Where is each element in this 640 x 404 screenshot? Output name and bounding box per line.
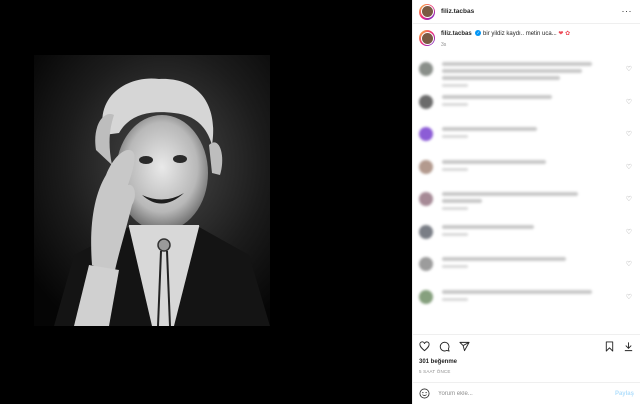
post-caption: filiz.tacbas ✓ bir yildiz kaydı.. metin … xyxy=(419,30,634,49)
blurred-comment-text xyxy=(442,159,546,164)
avatar[interactable] xyxy=(419,3,435,20)
add-comment-bar: Paylaş xyxy=(413,382,640,404)
heart-icon[interactable]: ♡ xyxy=(626,195,632,203)
red-heart-emoji-icon: ❤ xyxy=(558,31,564,37)
post-media[interactable] xyxy=(0,0,412,404)
bookmark-icon[interactable] xyxy=(604,341,615,352)
list-item: ♡ xyxy=(419,94,634,127)
caption-text: bir yildiz kaydı.. metin uca... xyxy=(483,31,557,37)
blurred-comment-text xyxy=(442,192,578,196)
blurred-comment-meta xyxy=(442,135,468,138)
avatar[interactable] xyxy=(419,94,433,109)
post-header: filiz.tacbas ··· xyxy=(413,0,640,24)
likes-count[interactable]: 301 beğenme xyxy=(413,359,640,365)
heart-icon[interactable]: ♡ xyxy=(626,65,632,73)
blurred-comment-meta xyxy=(442,102,468,106)
blurred-comment-meta xyxy=(442,265,468,268)
avatar[interactable] xyxy=(419,257,433,271)
caption-text-block: filiz.tacbas ✓ bir yildiz kaydı.. metin … xyxy=(441,30,570,49)
portrait-illustration xyxy=(34,55,270,326)
blurred-comment-text xyxy=(442,62,592,66)
post-comment-button[interactable]: Paylaş xyxy=(615,391,634,397)
post-timestamp: 5 SAAT ÖNCE xyxy=(419,369,451,374)
blurred-comment-meta xyxy=(442,84,468,87)
list-item: ♡ xyxy=(419,191,634,224)
avatar[interactable] xyxy=(419,159,433,174)
avatar[interactable] xyxy=(419,192,433,206)
comments-list[interactable]: filiz.tacbas ✓ bir yildiz kaydı.. metin … xyxy=(413,24,640,334)
comment-input[interactable] xyxy=(438,390,615,397)
more-dots-icon[interactable]: ··· xyxy=(622,7,633,16)
blurred-comment-text xyxy=(442,127,537,131)
blurred-comment-text xyxy=(442,69,582,73)
blurred-comment-text xyxy=(442,94,552,99)
rose-emoji-icon: ✿ xyxy=(565,31,571,37)
post-side-panel: filiz.tacbas ··· filiz.tacbas ✓ bir yild… xyxy=(412,0,640,404)
emoji-icon[interactable] xyxy=(419,388,430,399)
list-item: ♡ xyxy=(419,224,634,257)
post-action-bar xyxy=(413,334,640,358)
list-item: ♡ xyxy=(419,256,634,289)
blurred-comment-text xyxy=(442,76,560,80)
send-icon[interactable] xyxy=(459,341,470,352)
username-link[interactable]: filiz.tacbas xyxy=(441,8,474,15)
download-icon[interactable] xyxy=(623,341,634,352)
avatar[interactable] xyxy=(419,127,433,141)
blurred-comment-text xyxy=(442,224,534,229)
blurred-comment-meta xyxy=(442,232,468,236)
comment-icon[interactable] xyxy=(439,341,450,352)
instagram-post-view: filiz.tacbas ··· filiz.tacbas ✓ bir yild… xyxy=(0,0,640,404)
blurred-comment-text xyxy=(442,199,482,203)
heart-icon[interactable]: ♡ xyxy=(626,293,632,301)
heart-icon[interactable] xyxy=(419,341,430,352)
heart-icon[interactable]: ♡ xyxy=(626,98,632,106)
blurred-comment-meta xyxy=(442,167,468,171)
avatar[interactable] xyxy=(419,62,433,76)
blurred-comment-text xyxy=(442,257,566,261)
caption-timestamp: 3s xyxy=(441,42,447,48)
caption-username[interactable]: filiz.tacbas xyxy=(441,31,472,37)
blurred-comment-text xyxy=(442,289,592,294)
heart-icon[interactable]: ♡ xyxy=(626,228,632,236)
list-item: ♡ xyxy=(419,61,634,94)
list-item: ♡ xyxy=(419,289,634,322)
avatar[interactable] xyxy=(419,224,433,239)
avatar[interactable] xyxy=(419,289,433,304)
heart-icon[interactable]: ♡ xyxy=(626,163,632,171)
blurred-comment-meta xyxy=(442,207,468,210)
list-item: ♡ xyxy=(419,126,634,159)
heart-icon[interactable]: ♡ xyxy=(626,260,632,268)
list-item: ♡ xyxy=(419,159,634,192)
heart-icon[interactable]: ♡ xyxy=(626,130,632,138)
avatar[interactable] xyxy=(419,30,435,46)
verified-badge-icon: ✓ xyxy=(475,30,482,37)
post-photo xyxy=(34,55,270,326)
blurred-comment-meta xyxy=(442,297,468,301)
